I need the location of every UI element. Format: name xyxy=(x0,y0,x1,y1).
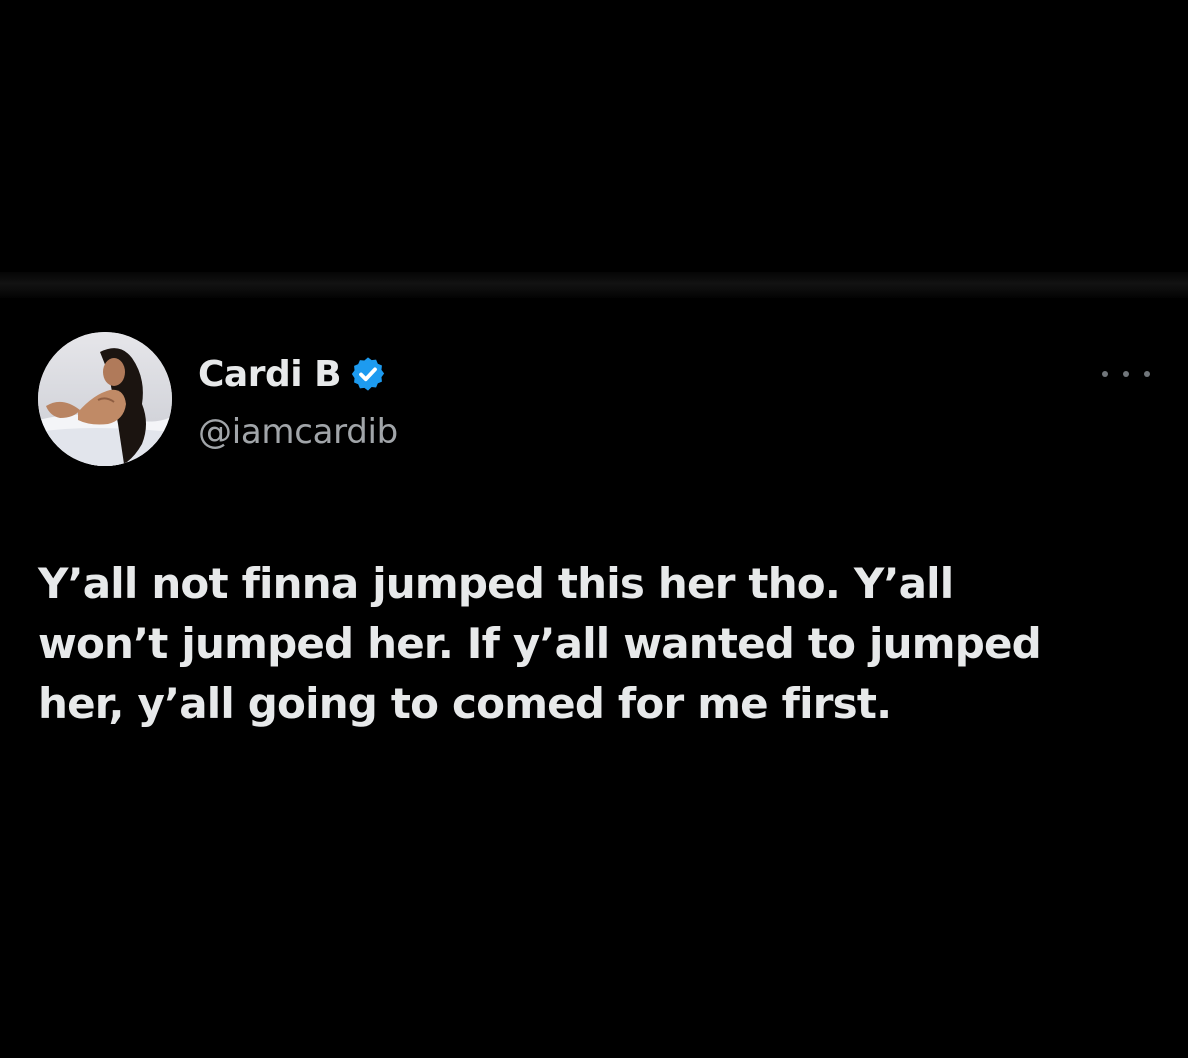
more-dot xyxy=(1123,371,1129,377)
author-handle[interactable]: @iamcardib xyxy=(198,412,398,452)
tweet-text-line: Y’all not finna jumped this her tho. Y’a… xyxy=(38,559,954,608)
more-dot xyxy=(1102,371,1108,377)
profile-photo xyxy=(38,332,172,466)
tweet-card[interactable]: Cardi B @iamcardib Y’all not finna jumpe… xyxy=(0,298,1188,1058)
tweet-text-line: her, y’all going to comed for me first. xyxy=(38,679,892,728)
divider-band xyxy=(0,272,1188,298)
more-options-icon[interactable] xyxy=(1102,360,1150,388)
avatar[interactable] xyxy=(38,332,172,466)
display-name[interactable]: Cardi B xyxy=(198,354,342,395)
tweet-text: Y’all not finna jumped this her tho. Y’a… xyxy=(38,554,1158,734)
more-dot xyxy=(1144,371,1150,377)
author-name-row[interactable]: Cardi B xyxy=(198,352,387,396)
tweet-text-line: won’t jumped her. If y’all wanted to jum… xyxy=(38,619,1042,668)
verified-badge-icon[interactable] xyxy=(349,355,387,393)
